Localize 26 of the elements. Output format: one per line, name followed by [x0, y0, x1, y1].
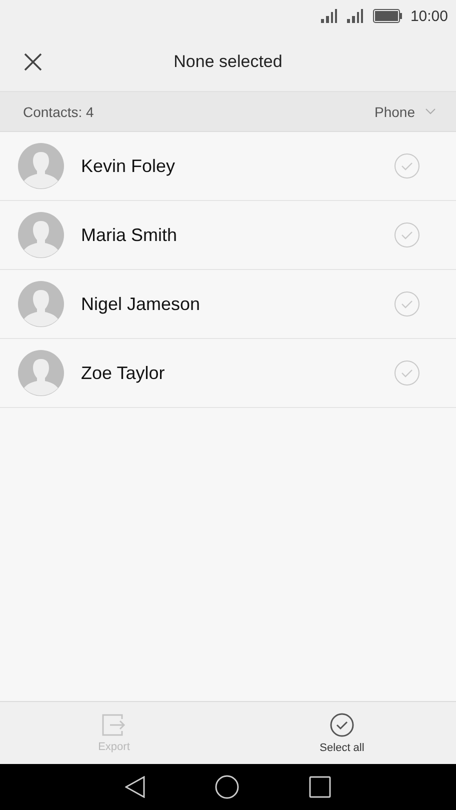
avatar-icon: [18, 350, 64, 396]
recents-icon[interactable]: [309, 776, 331, 798]
contact-name: Nigel Jameson: [81, 294, 202, 314]
signal-icon: [321, 9, 340, 23]
back-icon[interactable]: [125, 776, 145, 798]
avatar-icon: [18, 143, 64, 189]
export-icon: [102, 714, 126, 736]
contact-name: Kevin Foley: [81, 156, 176, 176]
contact-name: Maria Smith: [81, 224, 178, 246]
signal-icon: [347, 9, 366, 23]
home-icon[interactable]: [215, 775, 239, 799]
contacts-count: Contacts: 4: [23, 104, 94, 120]
checkbox[interactable]: [394, 222, 420, 248]
contact-name: Zoe Taylor: [81, 362, 166, 384]
battery-icon: [373, 9, 402, 23]
clock-time: 10:00: [410, 8, 448, 24]
avatar-icon: [18, 212, 64, 258]
checkbox[interactable]: [394, 360, 420, 386]
screen-title: None selected: [174, 52, 282, 72]
select-all-button[interactable]: Select all: [228, 702, 456, 764]
source-dropdown[interactable]: Phone: [374, 104, 436, 120]
caret-icon: [425, 108, 436, 115]
avatar-icon: [18, 281, 64, 327]
check-circle-icon: [330, 712, 354, 736]
checkbox[interactable]: [394, 153, 420, 179]
checkbox[interactable]: [394, 291, 420, 317]
